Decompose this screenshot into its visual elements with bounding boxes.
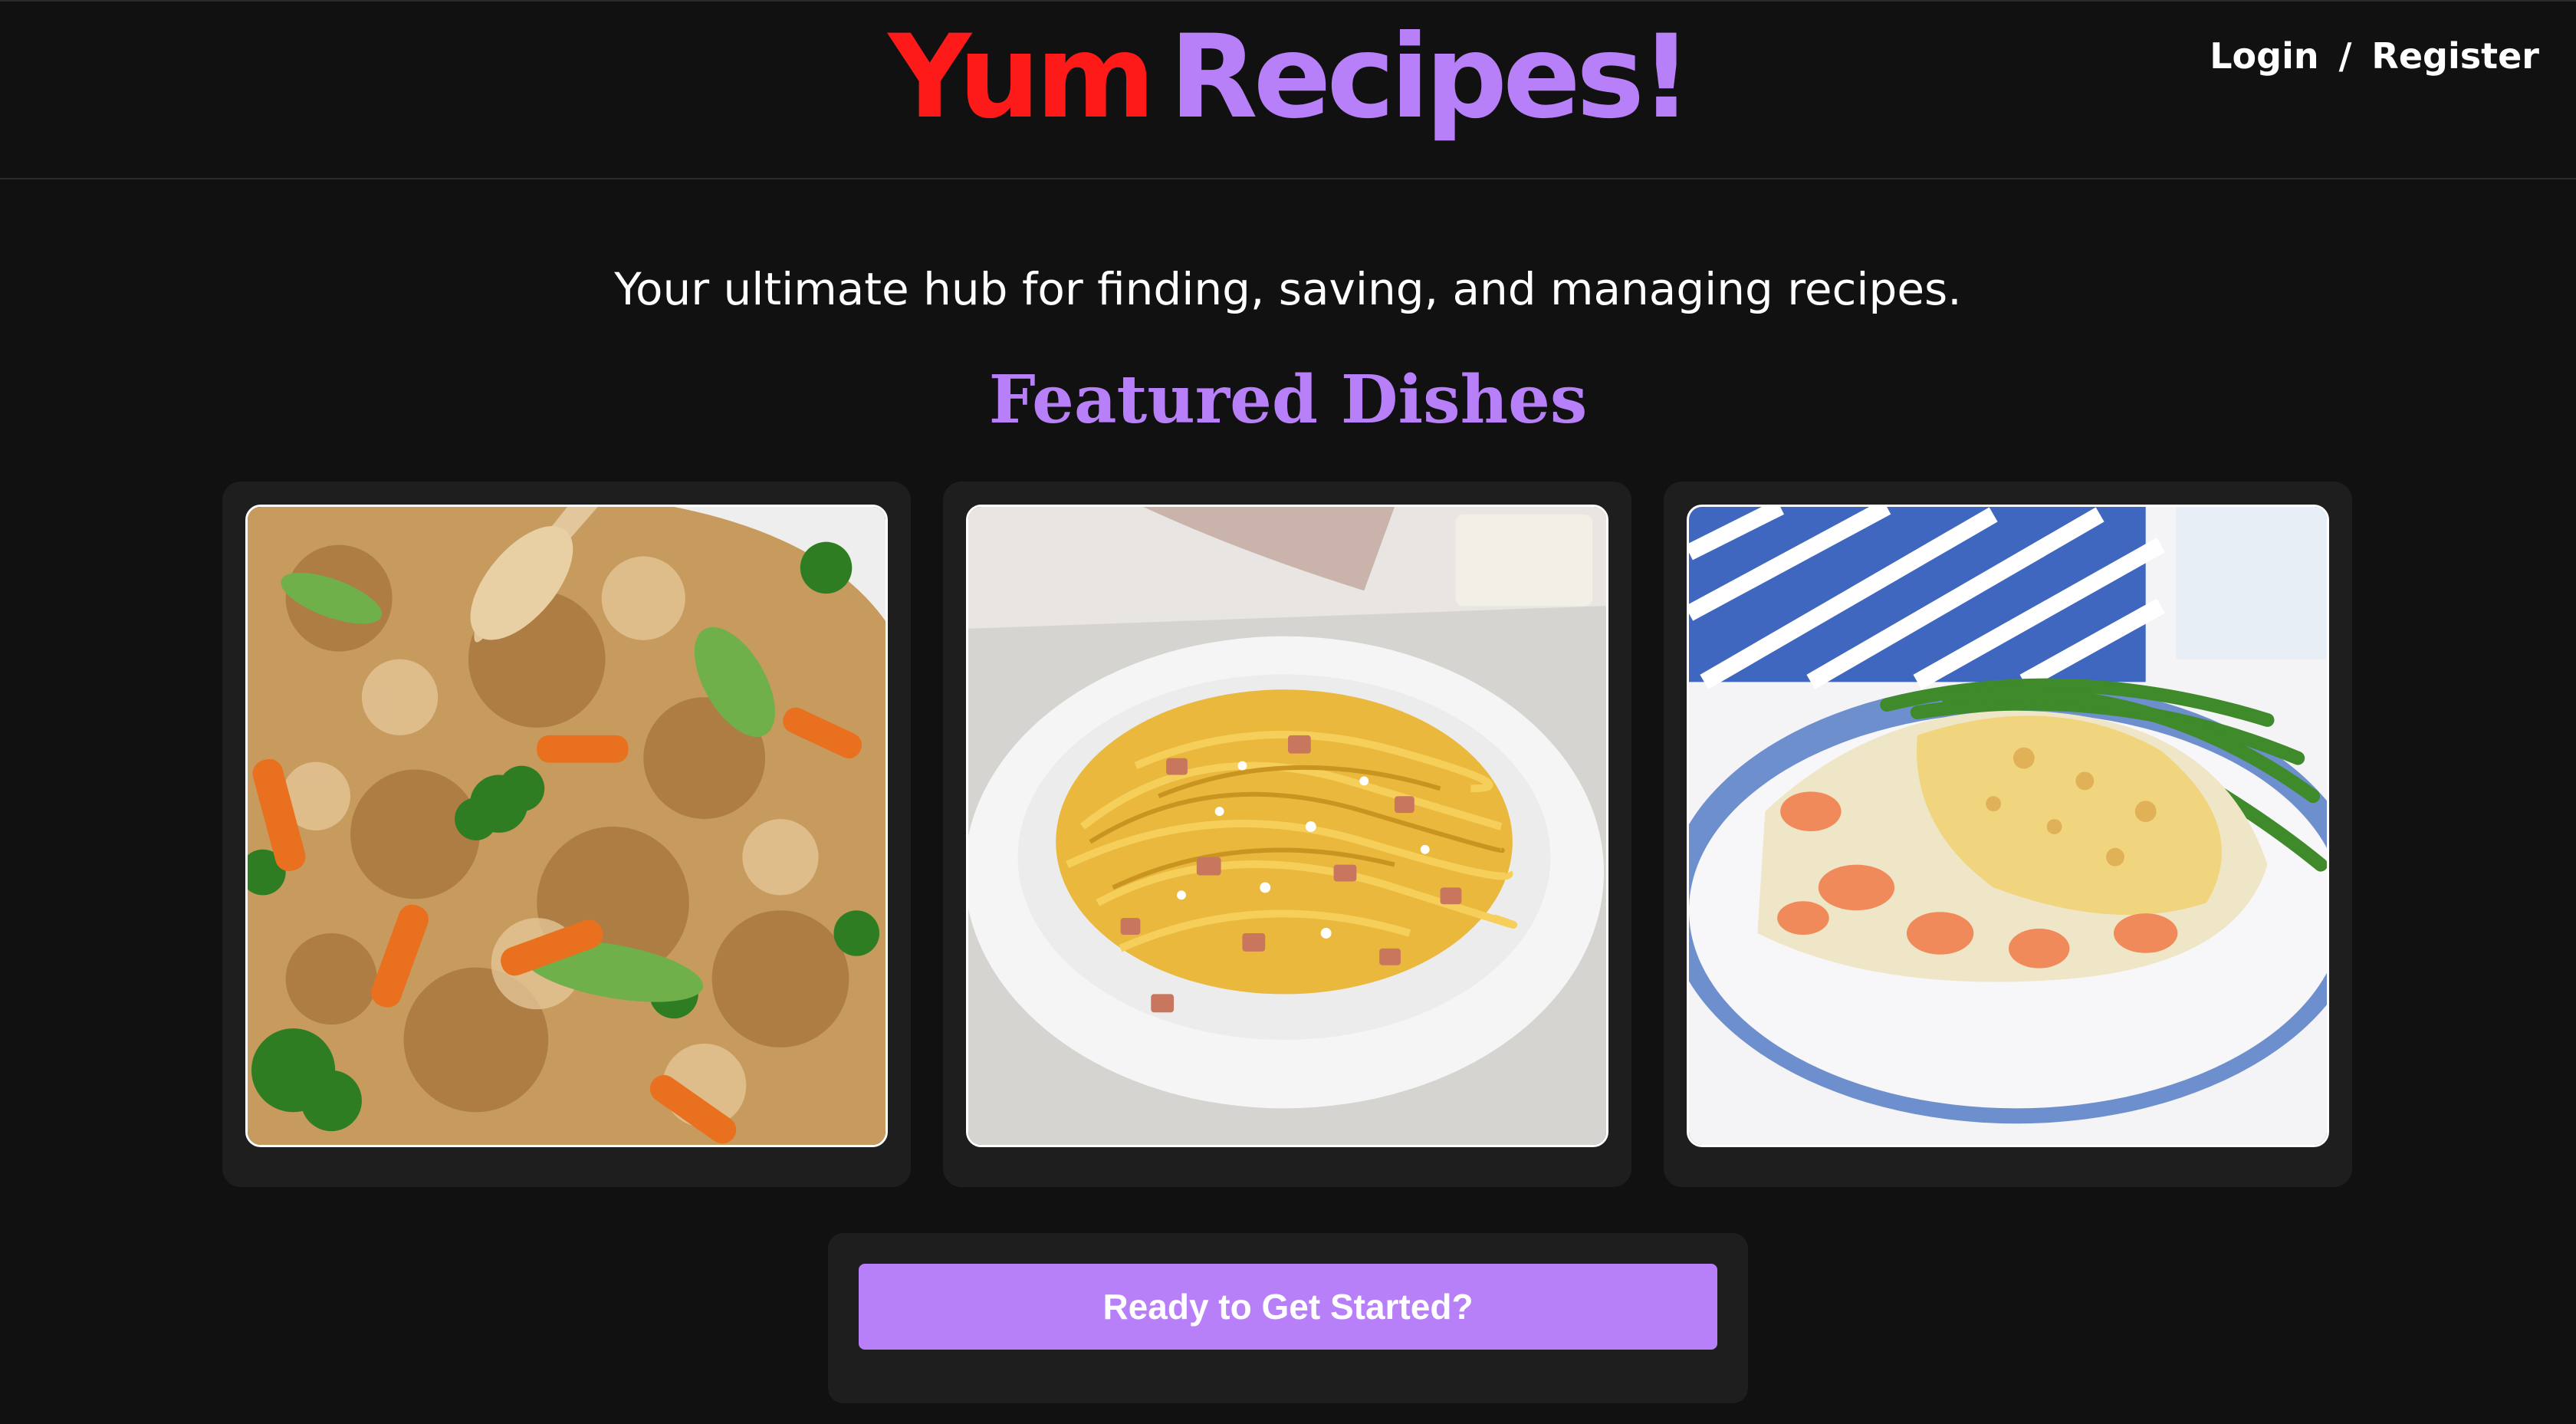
fried-rice-image bbox=[245, 505, 888, 1147]
spaghetti-carbonara-image bbox=[966, 505, 1608, 1147]
featured-dish-card-1[interactable] bbox=[222, 482, 911, 1187]
auth-nav: Login / Register bbox=[2210, 35, 2539, 77]
site-logo[interactable]: Yum Recipes! bbox=[0, 12, 2576, 143]
site-header: Yum Recipes! Login / Register bbox=[0, 2, 2576, 179]
featured-dish-card-3[interactable] bbox=[1664, 482, 2352, 1187]
login-link[interactable]: Login bbox=[2210, 35, 2318, 77]
fish-pie-image bbox=[1687, 505, 2329, 1147]
featured-dishes-grid bbox=[222, 482, 2354, 1187]
tagline: Your ultimate hub for finding, saving, a… bbox=[614, 263, 1962, 315]
featured-dish-card-2[interactable] bbox=[943, 482, 1631, 1187]
auth-separator: / bbox=[2338, 35, 2352, 77]
get-started-button[interactable]: Ready to Get Started? bbox=[859, 1264, 1717, 1350]
logo-recipes-text: Recipes! bbox=[1169, 11, 1692, 144]
register-link[interactable]: Register bbox=[2371, 35, 2539, 77]
featured-dishes-heading: Featured Dishes bbox=[988, 361, 1588, 439]
cta-container: Ready to Get Started? bbox=[828, 1233, 1748, 1403]
page: Yum Recipes! Login / Register Your ultima… bbox=[0, 0, 2576, 1424]
logo-yum-text: Yum bbox=[888, 11, 1155, 144]
